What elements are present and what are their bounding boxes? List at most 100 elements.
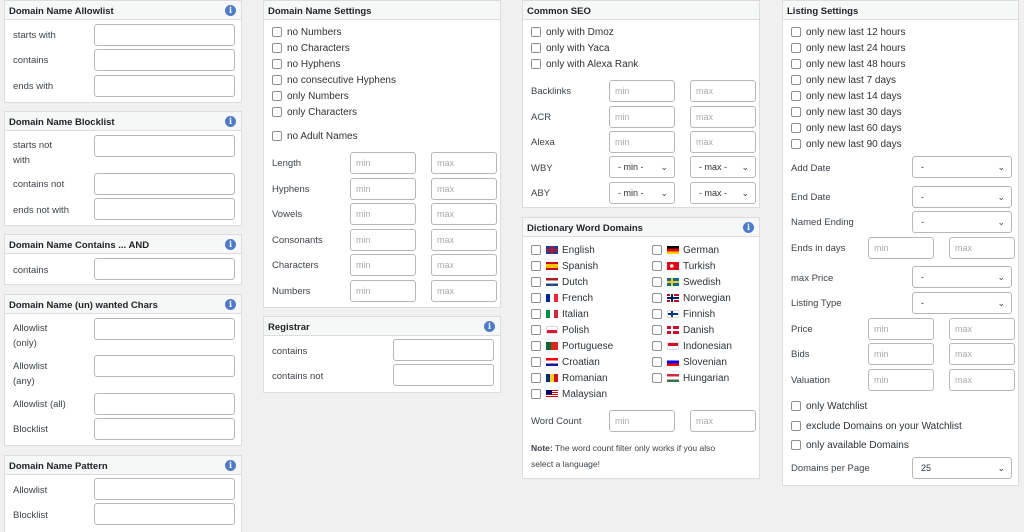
alexa-min-input[interactable]: [609, 131, 675, 153]
wby-min-select[interactable]: - min - ⌄: [609, 156, 675, 178]
registrar-contains-not-input[interactable]: [393, 364, 494, 386]
lang-norwegian-checkbox[interactable]: Norwegian: [652, 291, 731, 305]
valuation-min-input[interactable]: [868, 369, 934, 391]
hyphens-max-input[interactable]: [431, 178, 497, 200]
alexa-max-input[interactable]: [690, 131, 756, 153]
only-available-checkbox[interactable]: only available Domains: [791, 438, 909, 452]
allowlist-only-input[interactable]: [94, 318, 235, 340]
new-60d-checkbox[interactable]: only new last 60 days: [791, 121, 902, 135]
info-icon[interactable]: i: [225, 299, 236, 310]
new-12h-checkbox[interactable]: only new last 12 hours: [791, 25, 906, 39]
lang-portuguese-checkbox[interactable]: Portuguese: [531, 339, 613, 353]
ends-in-days-min-input[interactable]: [868, 237, 934, 259]
no-consecutive-hyphens-checkbox[interactable]: no consecutive Hyphens: [272, 73, 396, 87]
info-icon[interactable]: i: [225, 239, 236, 250]
characters-max-input[interactable]: [431, 254, 497, 276]
consonants-min-input[interactable]: [350, 229, 416, 251]
add-date-select[interactable]: - ⌄: [912, 156, 1012, 178]
lang-swedish-checkbox[interactable]: Swedish: [652, 275, 721, 289]
lang-slovenian-checkbox[interactable]: Slovenian: [652, 355, 727, 369]
numbers-min-input[interactable]: [350, 280, 416, 302]
length-min-input[interactable]: [350, 152, 416, 174]
registrar-contains-input[interactable]: [393, 339, 494, 361]
exclude-watchlist-checkbox[interactable]: exclude Domains on your Watchlist: [791, 419, 962, 433]
wby-max-select[interactable]: - max - ⌄: [690, 156, 756, 178]
alexa-rank-checkbox[interactable]: only with Alexa Rank: [531, 57, 638, 71]
info-icon[interactable]: i: [225, 116, 236, 127]
listing-type-select[interactable]: - ⌄: [912, 292, 1012, 314]
blocklist-starts-input[interactable]: [94, 135, 235, 157]
lang-danish-checkbox[interactable]: Danish: [652, 323, 714, 337]
yaca-checkbox[interactable]: only with Yaca: [531, 41, 610, 55]
aby-max-select[interactable]: - max - ⌄: [690, 182, 756, 204]
contains-and-input[interactable]: [94, 258, 235, 280]
no-characters-checkbox[interactable]: no Characters: [272, 41, 350, 55]
info-icon[interactable]: i: [225, 460, 236, 471]
lang-dutch-checkbox[interactable]: Dutch: [531, 275, 588, 289]
new-7d-checkbox[interactable]: only new last 7 days: [791, 73, 896, 87]
aby-min-select[interactable]: - min - ⌄: [609, 182, 675, 204]
lang-turkish-checkbox[interactable]: Turkish: [652, 259, 715, 273]
pattern-allowlist-input[interactable]: [94, 478, 235, 500]
blocklist-chars-input[interactable]: [94, 418, 235, 440]
lang-malaysian-checkbox[interactable]: Malaysian: [531, 387, 607, 401]
only-watchlist-checkbox[interactable]: only Watchlist: [791, 399, 867, 413]
info-icon[interactable]: i: [484, 321, 495, 332]
info-icon[interactable]: i: [743, 222, 754, 233]
per-page-select[interactable]: 25 ⌄: [912, 457, 1012, 479]
new-90d-checkbox[interactable]: only new last 90 days: [791, 137, 902, 151]
length-max-input[interactable]: [431, 152, 497, 174]
lang-spanish-checkbox[interactable]: Spanish: [531, 259, 598, 273]
lang-croatian-checkbox[interactable]: Croatian: [531, 355, 600, 369]
allowlist-ends-input[interactable]: [94, 75, 235, 97]
blocklist-ends-input[interactable]: [94, 198, 235, 220]
acr-min-input[interactable]: [609, 106, 675, 128]
acr-max-input[interactable]: [690, 106, 756, 128]
bids-min-input[interactable]: [868, 343, 934, 365]
lang-finnish-checkbox[interactable]: Finnish: [652, 307, 715, 321]
bids-max-input[interactable]: [949, 343, 1015, 365]
backlinks-min-input[interactable]: [609, 80, 675, 102]
lang-polish-checkbox[interactable]: Polish: [531, 323, 589, 337]
backlinks-max-input[interactable]: [690, 80, 756, 102]
lang-english-checkbox[interactable]: English: [531, 243, 595, 257]
valuation-max-input[interactable]: [949, 369, 1015, 391]
named-ending-select[interactable]: - ⌄: [912, 211, 1012, 233]
allowlist-starts-input[interactable]: [94, 24, 235, 46]
word-count-max-input[interactable]: [690, 410, 756, 432]
no-numbers-checkbox[interactable]: no Numbers: [272, 25, 341, 39]
only-characters-checkbox[interactable]: only Characters: [272, 105, 357, 119]
lang-indonesian-checkbox[interactable]: Indonesian: [652, 339, 732, 353]
no-adult-names-checkbox[interactable]: no Adult Names: [272, 129, 358, 143]
new-30d-checkbox[interactable]: only new last 30 days: [791, 105, 902, 119]
lang-italian-checkbox[interactable]: Italian: [531, 307, 589, 321]
hyphens-min-input[interactable]: [350, 178, 416, 200]
new-24h-checkbox[interactable]: only new last 24 hours: [791, 41, 906, 55]
vowels-min-input[interactable]: [350, 203, 416, 225]
allowlist-any-input[interactable]: [94, 355, 235, 377]
word-count-min-input[interactable]: [609, 410, 675, 432]
lang-german-checkbox[interactable]: German: [652, 243, 719, 257]
lang-french-checkbox[interactable]: French: [531, 291, 593, 305]
new-48h-checkbox[interactable]: only new last 48 hours: [791, 57, 906, 71]
end-date-select[interactable]: - ⌄: [912, 186, 1012, 208]
new-14d-checkbox[interactable]: only new last 14 days: [791, 89, 902, 103]
allowlist-contains-input[interactable]: [94, 49, 235, 71]
info-icon[interactable]: i: [225, 5, 236, 16]
max-price-select[interactable]: - ⌄: [912, 266, 1012, 288]
lang-hungarian-checkbox[interactable]: Hungarian: [652, 371, 729, 385]
vowels-max-input[interactable]: [431, 203, 497, 225]
no-hyphens-checkbox[interactable]: no Hyphens: [272, 57, 340, 71]
dmoz-checkbox[interactable]: only with Dmoz: [531, 25, 614, 39]
price-max-input[interactable]: [949, 318, 1015, 340]
lang-romanian-checkbox[interactable]: Romanian: [531, 371, 608, 385]
characters-min-input[interactable]: [350, 254, 416, 276]
ends-in-days-max-input[interactable]: [949, 237, 1015, 259]
only-numbers-checkbox[interactable]: only Numbers: [272, 89, 349, 103]
consonants-max-input[interactable]: [431, 229, 497, 251]
pattern-blocklist-input[interactable]: [94, 503, 235, 525]
allowlist-all-input[interactable]: [94, 393, 235, 415]
blocklist-contains-input[interactable]: [94, 173, 235, 195]
price-min-input[interactable]: [868, 318, 934, 340]
numbers-max-input[interactable]: [431, 280, 497, 302]
